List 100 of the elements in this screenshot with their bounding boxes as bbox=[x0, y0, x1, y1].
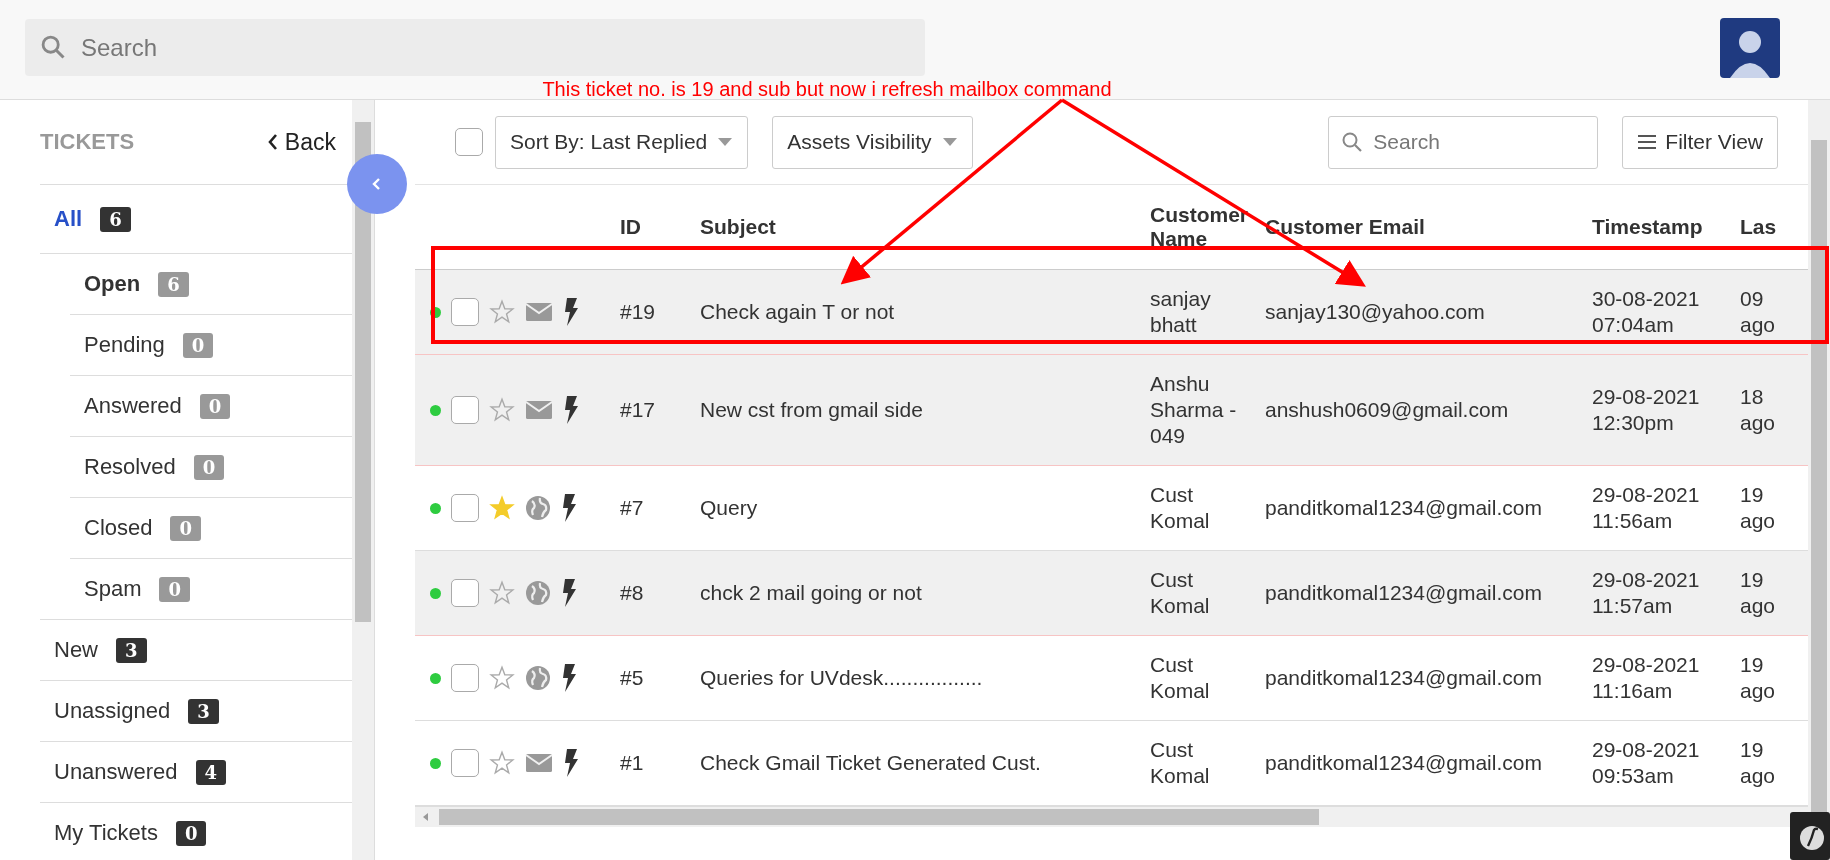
table-cell-text: Cust Komal bbox=[1150, 737, 1211, 789]
sidebar-item[interactable]: Resolved 0 bbox=[70, 437, 352, 498]
count-badge: 0 bbox=[199, 393, 231, 419]
menu-icon bbox=[1637, 134, 1658, 150]
row-checkbox[interactable] bbox=[451, 664, 479, 692]
table-cell-text: #5 bbox=[620, 665, 645, 691]
star-icon[interactable] bbox=[489, 299, 515, 325]
lightning-icon bbox=[561, 664, 577, 692]
table-cell-text: 19 ago bbox=[1740, 652, 1777, 704]
debug-toolbar-icon[interactable] bbox=[1790, 812, 1830, 860]
column-header: Customer Email bbox=[1265, 215, 1426, 239]
scrollbar[interactable] bbox=[415, 806, 1808, 827]
table-cell-text: panditkomal1234@gmail.com bbox=[1265, 750, 1543, 776]
table-cell-text: #19 bbox=[620, 299, 657, 325]
table-cell-text: 19 ago bbox=[1740, 737, 1777, 789]
count-badge: 0 bbox=[159, 576, 190, 602]
column-header: Subject bbox=[700, 215, 777, 239]
table-cell-text: Anshu Sharma - 049 bbox=[1150, 371, 1238, 449]
row-checkbox[interactable] bbox=[451, 494, 479, 522]
table-cell-text: panditkomal1234@gmail.com bbox=[1265, 495, 1543, 521]
caret-icon bbox=[717, 137, 734, 147]
chevron-left-icon bbox=[266, 133, 279, 151]
table-cell-text: New cst from gmail side bbox=[700, 397, 924, 423]
table-cell-text: 29-08-2021 11:57am bbox=[1592, 567, 1701, 619]
assets-dropdown[interactable]: Assets Visibility bbox=[772, 115, 973, 169]
star-icon[interactable] bbox=[489, 665, 515, 691]
table-row[interactable]: #8 chck 2 mail going or not Cust Komal panditkomal1234@gmail.com 29-08-2021 11:57am 19 ago bbox=[415, 551, 1808, 636]
back-link[interactable]: Back bbox=[266, 128, 336, 156]
table-cell-text: #7 bbox=[620, 495, 645, 521]
count-badge: 0 bbox=[193, 454, 225, 480]
table-cell-text: chck 2 mail going or not bbox=[700, 580, 923, 606]
sidebar-item[interactable]: Spam 0 bbox=[70, 559, 352, 619]
table-cell-text: #17 bbox=[620, 397, 657, 423]
table-cell-text: 30-08-2021 07:04am bbox=[1592, 286, 1701, 338]
count-badge: 0 bbox=[182, 332, 214, 358]
sidebar-item[interactable]: New 3 bbox=[40, 620, 352, 681]
sidebar-item[interactable]: Closed 0 bbox=[70, 498, 352, 559]
table-cell-text: sanjay130@yahoo.com bbox=[1265, 299, 1486, 325]
sidebar-item[interactable]: Pending 0 bbox=[70, 315, 352, 376]
table-cell-text: Check Gmail Ticket Generated Cust. bbox=[700, 750, 1042, 776]
lightning-icon bbox=[563, 298, 579, 326]
lightning-icon bbox=[563, 749, 579, 777]
count-badge: 4 bbox=[195, 759, 227, 785]
sidebar-item[interactable]: Open 6 bbox=[70, 254, 352, 315]
sidebar-item[interactable]: Unanswered 4 bbox=[40, 742, 352, 803]
count-badge: 3 bbox=[188, 698, 219, 724]
column-header: ID bbox=[620, 215, 642, 239]
search-field[interactable]: Search bbox=[25, 19, 925, 76]
table-cell-text: anshush0609@gmail.com bbox=[1265, 397, 1510, 423]
table-cell-text: Queries for UVdesk................. bbox=[700, 665, 984, 691]
table-cell-text: #1 bbox=[620, 750, 645, 776]
row-checkbox[interactable] bbox=[451, 579, 479, 607]
collapse-button[interactable] bbox=[347, 154, 407, 214]
table-cell-text: 29-08-2021 09:53am bbox=[1592, 737, 1701, 789]
column-header: Timestamp bbox=[1592, 215, 1704, 239]
sidebar-item[interactable]: Unassigned 3 bbox=[40, 681, 352, 742]
count-badge: 0 bbox=[170, 515, 201, 541]
scrollbar[interactable] bbox=[352, 100, 374, 860]
star-icon[interactable] bbox=[489, 397, 515, 423]
star-icon[interactable] bbox=[489, 580, 515, 606]
sort-dropdown[interactable]: Sort By: Last Replied bbox=[495, 115, 749, 169]
table-cell-text: 29-08-2021 12:30pm bbox=[1592, 384, 1701, 436]
star-icon[interactable] bbox=[489, 750, 515, 776]
table-cell-text: panditkomal1234@gmail.com bbox=[1265, 665, 1543, 691]
filter-view-button[interactable]: Filter View bbox=[1622, 115, 1778, 169]
row-checkbox[interactable] bbox=[451, 396, 479, 424]
sidebar-item[interactable]: Answered 0 bbox=[70, 376, 352, 437]
row-checkbox[interactable] bbox=[451, 298, 479, 326]
annotation-text: This ticket no. is 19 and sub but now i refresh mailbox command bbox=[542, 78, 1112, 100]
table-cell-text: Query bbox=[700, 495, 759, 521]
count-badge: 6 bbox=[100, 206, 131, 232]
scroll-left-icon bbox=[421, 812, 431, 822]
sidebar-item[interactable]: My Tickets 0 bbox=[40, 803, 352, 860]
star-icon[interactable] bbox=[489, 495, 515, 521]
search-field[interactable]: Search bbox=[1328, 115, 1599, 169]
count-badge: 3 bbox=[116, 637, 147, 663]
table-cell-text: Cust Komal bbox=[1150, 482, 1211, 534]
count-badge: 6 bbox=[158, 271, 189, 297]
avatar-icon[interactable] bbox=[1720, 17, 1780, 78]
table-cell-text: Cust Komal bbox=[1150, 652, 1211, 704]
table-row[interactable]: #17 New cst from gmail side Anshu Sharma - 049 anshush0609@gmail.com 29-08-2021 12:30pm 18 ago bbox=[415, 355, 1808, 466]
scrollbar[interactable] bbox=[1808, 100, 1830, 860]
table-cell-text: Cust Komal bbox=[1150, 567, 1211, 619]
table-cell-text: Check again T or not bbox=[700, 299, 896, 325]
table-cell-text: 19 ago bbox=[1740, 567, 1777, 619]
table-cell-text: #8 bbox=[620, 580, 645, 606]
column-header: Customer Name bbox=[1150, 203, 1250, 251]
table-cell-text: 18 ago bbox=[1740, 384, 1777, 436]
table-cell-text: sanjay bhatt bbox=[1150, 286, 1212, 338]
table-cell-text: 29-08-2021 11:16am bbox=[1592, 652, 1701, 704]
table-cell-text: panditkomal1234@gmail.com bbox=[1265, 580, 1543, 606]
row-checkbox[interactable] bbox=[451, 749, 479, 777]
lightning-icon bbox=[561, 494, 577, 522]
select-all-checkbox[interactable] bbox=[455, 128, 483, 156]
table-cell-text: 19 ago bbox=[1740, 482, 1777, 534]
table-cell-text: 29-08-2021 11:56am bbox=[1592, 482, 1701, 534]
column-header: Las bbox=[1740, 215, 1778, 239]
lightning-icon bbox=[561, 579, 577, 607]
caret-icon bbox=[941, 137, 958, 147]
lightning-icon bbox=[563, 396, 579, 424]
